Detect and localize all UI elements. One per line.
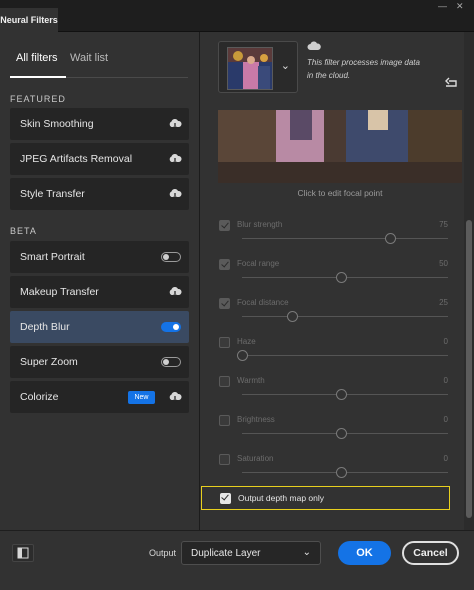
chevron-down-icon[interactable]: ⌄ [281, 59, 290, 72]
slider-track[interactable] [242, 238, 448, 239]
show-layers-icon[interactable] [12, 544, 34, 562]
slider-value: 0 [443, 415, 448, 424]
slider-label: Focal distance [237, 298, 289, 307]
slider-warmth: Warmth 0 [218, 376, 448, 415]
filter-settings-panel: ⌄ This filter processes image data in th… [201, 32, 474, 530]
filter-makeup-transfer[interactable]: Makeup Transfer [10, 276, 189, 308]
reset-icon[interactable] [443, 77, 459, 91]
slider-value: 50 [439, 259, 448, 268]
scrollbar[interactable] [464, 32, 474, 530]
reference-image-picker[interactable]: ⌄ [218, 41, 298, 93]
cloud-download-icon[interactable] [168, 152, 182, 166]
reference-thumbnail [227, 47, 273, 90]
bottom-bar: Output Duplicate Layer ⌄ OK Cancel [0, 530, 474, 590]
filter-toggle[interactable] [161, 252, 181, 262]
title-bar: Neural Filters — ✕ [0, 0, 474, 32]
filter-label: Depth Blur [20, 321, 70, 333]
slider-focal-distance: Focal distance 25 [218, 298, 448, 337]
tab-all-filters[interactable]: All filters [10, 52, 66, 78]
filter-depth-blur[interactable]: Depth Blur [10, 311, 189, 343]
slider-handle[interactable] [287, 311, 298, 322]
slider-label: Blur strength [237, 220, 283, 229]
slider-label: Haze [237, 337, 256, 346]
checkbox[interactable] [219, 376, 230, 387]
filter-label: Skin Smoothing [20, 118, 94, 130]
filter-label: Super Zoom [20, 356, 78, 368]
output-select-value: Duplicate Layer [191, 548, 261, 559]
cloud-download-icon[interactable] [168, 285, 182, 299]
slider-handle[interactable] [336, 272, 347, 283]
slider-track[interactable] [242, 355, 448, 356]
filter-style-transfer[interactable]: Style Transfer [10, 178, 189, 210]
slider-value: 0 [443, 454, 448, 463]
filter-label: Makeup Transfer [20, 286, 99, 298]
slider-track[interactable] [242, 316, 448, 317]
section-featured: FEATURED [10, 94, 66, 104]
checkbox[interactable] [219, 337, 230, 348]
slider-haze: Haze 0 [218, 337, 448, 376]
new-badge: New [128, 391, 155, 404]
filter-smart-portrait[interactable]: Smart Portrait [10, 241, 189, 273]
minimize-icon[interactable]: — [438, 1, 447, 11]
slider-label: Focal range [237, 259, 280, 268]
close-icon[interactable]: ✕ [456, 1, 464, 12]
output-depth-map-option[interactable]: Output depth map only [201, 486, 450, 510]
scrollbar-thumb[interactable] [466, 220, 472, 518]
cloud-download-icon[interactable] [168, 117, 182, 131]
slider-handle[interactable] [336, 467, 347, 478]
focal-point-caption: Click to edit focal point [297, 188, 383, 198]
window-title: Neural Filters [0, 8, 58, 32]
filter-label: JPEG Artifacts Removal [20, 153, 133, 165]
slider-handle[interactable] [336, 389, 347, 400]
chevron-down-icon: ⌄ [302, 547, 311, 558]
cloud-icon [307, 41, 321, 50]
output-depth-label: Output depth map only [238, 493, 325, 503]
filter-jpeg-artifacts-removal[interactable]: JPEG Artifacts Removal [10, 143, 189, 175]
slider-label: Warmth [237, 376, 265, 385]
filter-label: Colorize [20, 391, 59, 403]
cloud-processing-notice: This filter processes image data in the … [307, 58, 420, 80]
filter-skin-smoothing[interactable]: Skin Smoothing [10, 108, 189, 140]
image-preview[interactable] [218, 110, 462, 183]
checkbox[interactable] [219, 454, 230, 465]
output-label: Output [149, 548, 177, 558]
filter-label: Style Transfer [20, 188, 85, 200]
slider-handle[interactable] [237, 350, 248, 361]
ok-button[interactable]: OK [338, 541, 391, 565]
slider-brightness: Brightness 0 [218, 415, 448, 454]
output-select[interactable]: Duplicate Layer ⌄ [181, 541, 321, 565]
filters-sidebar: All filters Wait list FEATURED Skin Smoo… [0, 32, 200, 530]
filter-toggle[interactable] [161, 357, 181, 367]
slider-value: 75 [439, 220, 448, 229]
checkbox[interactable] [219, 220, 230, 231]
slider-value: 0 [443, 337, 448, 346]
slider-value: 0 [443, 376, 448, 385]
cloud-download-icon[interactable] [168, 390, 182, 404]
filter-colorize[interactable]: Colorize New [10, 381, 189, 413]
slider-label: Brightness [237, 415, 275, 424]
tab-wait-list[interactable]: Wait list [70, 52, 108, 64]
slider-blur-strength: Blur strength 75 [218, 220, 448, 259]
checkbox[interactable] [219, 298, 230, 309]
cloud-download-icon[interactable] [168, 187, 182, 201]
filter-super-zoom[interactable]: Super Zoom [10, 346, 189, 378]
checkbox[interactable] [219, 415, 230, 426]
filter-tabs: All filters Wait list [10, 48, 188, 78]
slider-label: Saturation [237, 454, 274, 463]
slider-value: 25 [439, 298, 448, 307]
slider-handle[interactable] [336, 428, 347, 439]
section-beta: BETA [10, 226, 37, 236]
filter-toggle[interactable] [161, 322, 181, 332]
slider-focal-range: Focal range 50 [218, 259, 448, 298]
cancel-button[interactable]: Cancel [402, 541, 459, 565]
checkbox[interactable] [219, 259, 230, 270]
slider-handle[interactable] [385, 233, 396, 244]
filter-label: Smart Portrait [20, 251, 85, 263]
checkbox[interactable] [220, 493, 231, 504]
